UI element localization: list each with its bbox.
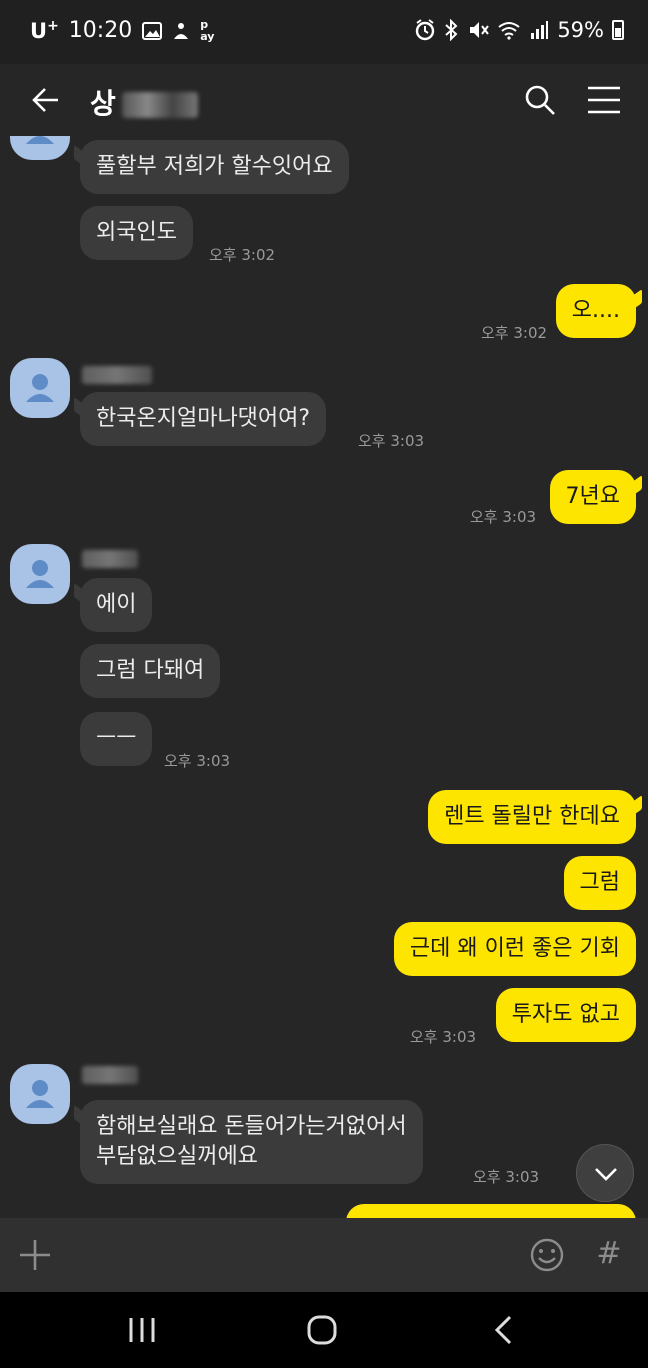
- message-text: 7년요: [565, 484, 620, 509]
- samsung-pay-icon: [174, 22, 189, 39]
- message-text-line: 함해보실래요 돈들어가는거없어서: [96, 1114, 407, 1139]
- home-icon: [307, 1315, 337, 1345]
- home-button[interactable]: [304, 1312, 340, 1348]
- message-bubble-incoming[interactable]: 외국인도: [80, 206, 193, 260]
- person-icon: [26, 136, 54, 144]
- message-bubble-outgoing[interactable]: 오....: [555, 284, 636, 338]
- message-text: 그럼 다돼여: [96, 658, 205, 683]
- sender-name-redacted: [82, 366, 152, 384]
- message-time: 오후 3:03: [410, 1028, 477, 1046]
- chat-title: 상: [90, 82, 198, 122]
- message-text: 풀할부 저희가 할수잇어요: [96, 154, 333, 179]
- system-nav-bar: [0, 1292, 648, 1368]
- hashtag-button[interactable]: #: [588, 1232, 630, 1276]
- mute-icon: [470, 22, 490, 38]
- message-text: 외국인도: [96, 220, 177, 245]
- sender-name-redacted: [82, 550, 138, 568]
- hamburger-menu-icon: [588, 86, 620, 114]
- person-icon: [26, 374, 54, 402]
- message-bubble-incoming[interactable]: 그럼 다돼여: [80, 644, 221, 698]
- message-time: 오후 3:03: [470, 508, 537, 526]
- plus-icon: [20, 1240, 50, 1270]
- chat-title-text: 상: [90, 87, 116, 120]
- message-bubble-incoming[interactable]: 함해보실래요 돈들어가는거없어서 부담없으실꺼에요: [80, 1100, 423, 1184]
- emoji-button[interactable]: [526, 1234, 568, 1276]
- gallery-icon: [142, 21, 163, 40]
- alarm-icon: [416, 19, 435, 41]
- message-text: 오....: [571, 298, 620, 323]
- title-redaction: [121, 92, 198, 118]
- message-bubble-incoming[interactable]: ㅡㅡ: [80, 712, 153, 766]
- scroll-to-bottom-button[interactable]: [576, 1144, 634, 1202]
- message-text: 에이: [96, 592, 137, 617]
- avatar[interactable]: [10, 1064, 70, 1124]
- avatar[interactable]: [10, 544, 70, 604]
- search-icon: [525, 85, 555, 115]
- message-bubble-outgoing[interactable]: 그럼: [563, 856, 636, 910]
- person-icon: [26, 560, 54, 588]
- message-time: 오후 3:03: [164, 752, 231, 770]
- status-bar: U+ 10:20 p ay 59%: [0, 0, 648, 64]
- message-time: 오후 3:02: [209, 246, 276, 264]
- message-text: 근데 왜 이런 좋은 기회: [409, 936, 620, 961]
- message-bubble-incoming[interactable]: 한국온지얼마나댓어여?: [80, 392, 327, 446]
- search-button[interactable]: [520, 80, 560, 120]
- chat-messages[interactable]: 풀할부 저희가 할수잇어요 외국인도 오후 3:02 오.... 오후 3:02…: [0, 136, 648, 1218]
- message-bubble-incoming[interactable]: 에이: [80, 578, 153, 632]
- signal-icon: [531, 21, 549, 39]
- back-button[interactable]: [24, 78, 68, 122]
- status-right: 59%: [415, 18, 624, 42]
- message-text: 그럼: [579, 870, 620, 895]
- message-time: 오후 3:02: [481, 324, 548, 342]
- message-text: 한국온지얼마나댓어여?: [96, 406, 311, 431]
- message-text: 투자도 없고: [511, 1002, 620, 1027]
- clock: 10:20: [68, 18, 133, 43]
- sender-name-redacted: [82, 1066, 138, 1084]
- recent-apps-icon: [129, 1318, 155, 1342]
- chevron-down-icon: [595, 1168, 617, 1181]
- nav-back-button[interactable]: [486, 1312, 522, 1348]
- avatar[interactable]: [10, 358, 70, 418]
- emoji-icon: [530, 1238, 564, 1272]
- message-text: ㅡㅡ: [96, 726, 137, 751]
- menu-button[interactable]: [584, 80, 624, 120]
- carrier-label: U+: [30, 18, 59, 43]
- message-text-line: 부담없으실꺼에요: [96, 1144, 258, 1169]
- battery-percent: 59%: [557, 18, 604, 42]
- avatar[interactable]: [10, 136, 70, 160]
- battery-icon: [612, 20, 624, 40]
- message-bubble-outgoing[interactable]: 렌트 돌릴만 한데요: [428, 790, 636, 844]
- chevron-left-icon: [494, 1315, 512, 1345]
- message-bubble-outgoing[interactable]: 투자도 없고: [495, 988, 636, 1042]
- message-input-bar: #: [0, 1218, 648, 1292]
- message-time: 오후 3:03: [358, 432, 425, 450]
- message-bubble-outgoing[interactable]: 7년요: [549, 470, 636, 524]
- attach-button[interactable]: [14, 1234, 56, 1276]
- pay-icon: p ay: [200, 17, 215, 43]
- message-time: 오후 3:03: [473, 1168, 540, 1186]
- message-bubble-outgoing[interactable]: [346, 1204, 636, 1218]
- bluetooth-icon: [445, 19, 458, 41]
- status-left: U+ 10:20 p ay: [30, 18, 214, 43]
- message-text: 렌트 돌릴만 한데요: [444, 804, 620, 829]
- arrow-left-icon: [32, 88, 58, 112]
- chat-header: 상: [0, 64, 648, 136]
- recent-apps-button[interactable]: [124, 1316, 160, 1344]
- message-bubble-outgoing[interactable]: 근데 왜 이런 좋은 기회: [393, 922, 636, 976]
- message-bubble-incoming[interactable]: 풀할부 저희가 할수잇어요: [80, 140, 349, 194]
- person-icon: [26, 1080, 54, 1108]
- wifi-icon: [498, 22, 520, 40]
